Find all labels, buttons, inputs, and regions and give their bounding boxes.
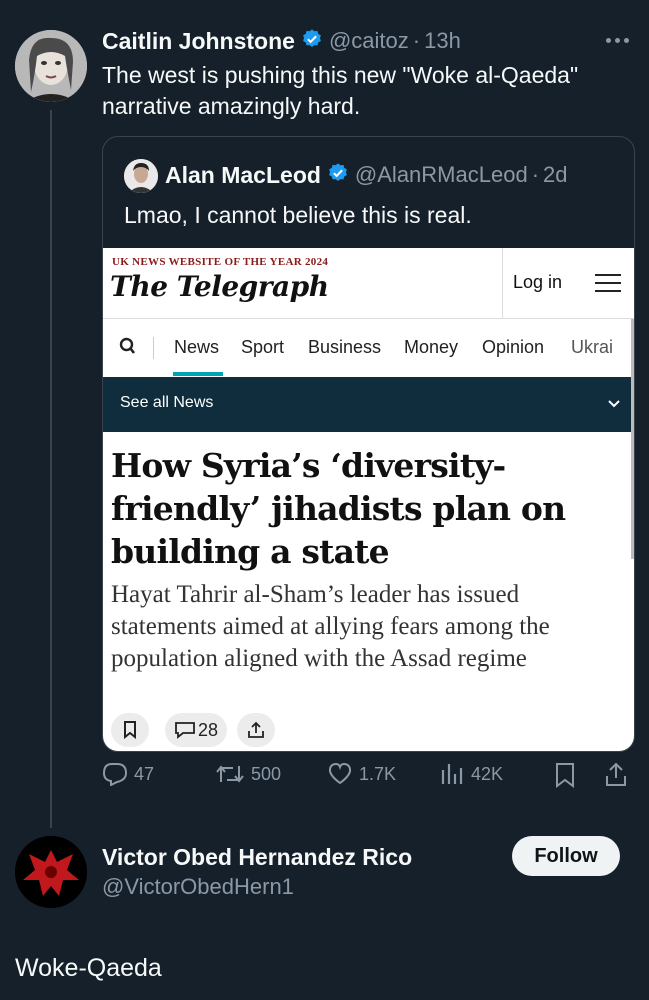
nav-opinion[interactable]: Opinion: [482, 337, 544, 358]
reply-text: Woke-Qaeda: [15, 954, 162, 982]
author-name[interactable]: Caitlin Johnstone: [102, 28, 295, 55]
retweet-button[interactable]: 500: [215, 762, 281, 786]
views-icon: [441, 764, 463, 784]
quoted-tweet-header: Alan MacLeod @AlanRMacLeod · 2d: [165, 159, 568, 191]
share-icon: [606, 762, 626, 786]
nav-money[interactable]: Money: [404, 337, 458, 358]
thread-line: [50, 110, 52, 828]
telegraph-logo: The Telegraph: [110, 270, 329, 303]
bookmark-tweet-button[interactable]: [554, 762, 582, 788]
tweet-actions: 47 500 1.7K 42K: [102, 762, 632, 794]
avatar-alan[interactable]: [124, 159, 158, 193]
nav-ukraine[interactable]: Ukrai: [571, 337, 613, 358]
bookmark-icon: [556, 763, 574, 788]
bookmark-button[interactable]: [111, 713, 149, 747]
more-options-icon[interactable]: [606, 38, 632, 44]
share-button[interactable]: [237, 713, 275, 747]
login-link[interactable]: Log in: [513, 272, 562, 293]
quoted-author-name[interactable]: Alan MacLeod: [165, 162, 321, 189]
quoted-tweet-text: Lmao, I cannot believe this is real.: [124, 202, 472, 228]
quoted-author-handle[interactable]: @AlanRMacLeod: [355, 162, 528, 188]
separator-dot: ·: [412, 28, 421, 53]
tweet-time[interactable]: 13h: [424, 28, 461, 54]
reply-icon: [102, 763, 128, 786]
like-count: 1.7K: [359, 763, 397, 784]
nav-business[interactable]: Business: [308, 337, 381, 358]
quoted-tweet-card[interactable]: Alan MacLeod @AlanRMacLeod · 2d Lmao, I …: [102, 136, 635, 752]
reply-author-handle[interactable]: @VictorObedHern1: [102, 874, 294, 900]
like-button[interactable]: 1.7K: [327, 762, 396, 786]
search-icon[interactable]: [119, 337, 137, 362]
article-screenshot[interactable]: UK NEWS WEBSITE OF THE YEAR 2024 The Tel…: [103, 248, 634, 751]
article-headline: How Syria’s ‘diversity-friendly’ jihadis…: [111, 446, 566, 571]
main-tweet-text: The west is pushing this new "Woke al-Qa…: [102, 62, 579, 119]
follow-button[interactable]: Follow: [512, 836, 620, 876]
heart-icon: [328, 762, 352, 785]
verified-badge-icon: [327, 162, 349, 189]
header-divider: [502, 248, 503, 318]
share-tweet-button[interactable]: [604, 762, 634, 788]
nav-news[interactable]: News: [174, 337, 219, 358]
comment-count: 28: [197, 719, 219, 740]
separator-dot: ·: [531, 162, 540, 187]
main-tweet-header: Caitlin Johnstone @caitoz · 13h: [102, 26, 461, 56]
view-count: 42K: [471, 763, 504, 784]
avatar-caitlin[interactable]: [15, 30, 87, 102]
views-button[interactable]: 42K: [439, 762, 503, 786]
telegraph-tagline: UK NEWS WEBSITE OF THE YEAR 2024: [112, 256, 329, 268]
article-subheading: Hayat Tahrir al-Sham’s leader has issued…: [111, 581, 550, 672]
telegraph-nav: News Sport Business Money Opinion Ukrai: [103, 319, 634, 377]
comments-button[interactable]: 28: [165, 713, 227, 747]
retweet-icon: [216, 765, 244, 783]
reply-author-name[interactable]: Victor Obed Hernandez Rico: [102, 844, 412, 871]
quoted-tweet-time[interactable]: 2d: [543, 162, 567, 188]
see-all-news-label: See all News: [120, 394, 214, 411]
nav-active-underline: [173, 372, 223, 376]
section-bar[interactable]: See all News: [103, 377, 634, 432]
verified-badge-icon: [301, 28, 323, 55]
hamburger-menu-icon[interactable]: [595, 274, 621, 298]
chevron-down-icon: [608, 396, 620, 411]
reply-count: 47: [134, 763, 155, 784]
retweet-count: 500: [251, 763, 282, 784]
avatar-victor[interactable]: [15, 836, 87, 908]
author-handle[interactable]: @caitoz: [329, 28, 409, 54]
telegraph-header: UK NEWS WEBSITE OF THE YEAR 2024 The Tel…: [103, 248, 634, 319]
scrollbar[interactable]: [631, 319, 634, 559]
reply-button[interactable]: 47: [102, 762, 154, 786]
nav-divider: [153, 337, 154, 359]
nav-sport[interactable]: Sport: [241, 337, 284, 358]
